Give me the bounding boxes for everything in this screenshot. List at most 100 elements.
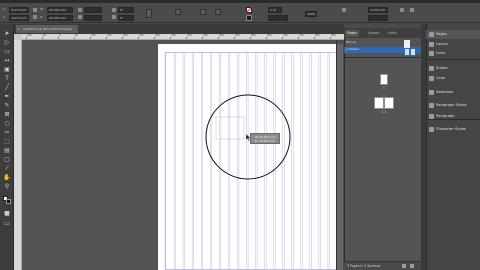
rotate-icon[interactable] <box>112 8 116 12</box>
panel-item-paragraph-styles[interactable]: Paragraph Styles <box>426 101 480 110</box>
rotate-field[interactable]: 0° <box>118 7 134 13</box>
eyedropper-tool-icon[interactable]: ⁄ <box>3 165 11 173</box>
line-tool-icon[interactable]: ╱ <box>3 84 11 92</box>
content-collector-icon[interactable]: ▣ <box>3 66 11 74</box>
pages-count-text: 3 Pages in 2 Spreads <box>347 264 381 268</box>
y-field[interactable]: 112.5 mm <box>9 15 29 21</box>
document-tab[interactable]: Untitled-1 @ 46% [GPU Preview] <box>16 25 78 33</box>
shear-icon[interactable] <box>112 15 116 19</box>
master-a[interactable]: A-Master <box>346 47 359 52</box>
h-label: H: <box>40 15 44 19</box>
pages-panel <box>344 28 421 270</box>
select-container-button[interactable] <box>175 9 181 15</box>
spread-left-thumbnail[interactable] <box>374 97 384 109</box>
ruler-tick-label: 50 <box>43 34 47 37</box>
ruler-tick-mark <box>314 37 315 39</box>
flip-button[interactable] <box>146 9 152 18</box>
vertical-ruler[interactable] <box>14 40 22 270</box>
apply-color-icon[interactable]: ■ <box>3 210 11 218</box>
ruler-tick-mark <box>218 37 219 39</box>
h-field[interactable]: 25.453 mm <box>47 15 73 21</box>
stroke-weight-field[interactable]: 1 pt <box>268 7 282 13</box>
panel-item-character-styles[interactable]: Character Styles <box>426 125 480 134</box>
ref-size-field-2[interactable] <box>368 15 388 21</box>
rectangle-frame-tool-icon[interactable]: ⊠ <box>3 111 11 119</box>
indesign-window: X: 112.5 mm Y: 112.5 mm W: 25.453 mm H: … <box>0 0 480 270</box>
canvas-overlay <box>164 52 338 270</box>
panel-item-stroke[interactable]: Stroke <box>426 64 480 73</box>
ruler-tick-mark <box>154 37 155 39</box>
scale-y-icon[interactable] <box>78 15 82 19</box>
scale-x-icon[interactable] <box>78 8 82 12</box>
ruler-tick-mark <box>298 37 299 39</box>
opacity-field[interactable]: 100% <box>305 11 317 17</box>
scroll-thumb[interactable] <box>337 44 343 270</box>
ruler-tick-mark <box>106 37 107 39</box>
close-icon[interactable]: × <box>17 28 20 31</box>
selection-tool-icon[interactable]: ➤ <box>3 30 11 38</box>
shear-field[interactable]: 0° <box>118 15 134 21</box>
ellipse-tool-icon[interactable]: ○ <box>3 120 11 128</box>
note-tool-icon[interactable]: ▢ <box>3 156 11 164</box>
ruler-tick-mark <box>234 37 235 39</box>
gradient-tool-icon[interactable]: ▤ <box>3 147 11 155</box>
reference-point-icon[interactable] <box>33 8 37 12</box>
page-tool-icon[interactable]: ▭ <box>3 48 11 56</box>
page-thumbnail[interactable] <box>380 74 388 85</box>
select-previous-button[interactable] <box>215 9 221 15</box>
stroke-type-dropdown[interactable] <box>268 15 288 21</box>
align-icon[interactable] <box>410 8 414 12</box>
ruler-tick-label: 700 <box>283 34 288 37</box>
panel-item-label: Paragraph Styles <box>436 103 467 107</box>
zoom-tool-icon[interactable]: ⚲ <box>3 183 11 191</box>
panel-item-links[interactable]: Links <box>426 49 480 58</box>
fill-stroke-stroke-icon[interactable] <box>6 199 11 204</box>
panel-item-layers[interactable]: Layers <box>426 40 480 49</box>
tab-layers[interactable]: Layers <box>366 30 381 37</box>
panel-item-pages[interactable]: Pages <box>426 30 480 39</box>
stroke-swatch[interactable] <box>246 15 252 21</box>
free-transform-tool-icon[interactable]: ⬚ <box>3 138 11 146</box>
scissors-tool-icon[interactable]: ✂ <box>3 129 11 137</box>
tab-pages[interactable]: Pages <box>345 30 359 37</box>
pencil-tool-icon[interactable]: ✎ <box>3 102 11 110</box>
direct-selection-tool-icon[interactable]: ▷ <box>3 39 11 47</box>
none-slash-icon <box>246 7 252 13</box>
new-page-icon[interactable] <box>402 264 406 268</box>
ruler-tick-label: 250 <box>139 34 144 37</box>
tab-links[interactable]: Links <box>386 30 399 37</box>
screen-mode-icon[interactable]: ▭ <box>3 220 11 228</box>
master-none[interactable]: [None] <box>346 40 356 45</box>
ruler-tick-label: 100 <box>27 34 32 37</box>
scale-x-field[interactable] <box>84 7 102 13</box>
tooltip-height: H: 25.453 mm <box>255 139 276 143</box>
type-tool-icon[interactable]: T <box>3 75 11 83</box>
links-icon <box>429 51 434 56</box>
panel-item-color[interactable]: Color <box>426 74 480 83</box>
frame-fitting-icon[interactable] <box>400 8 404 12</box>
x-field[interactable]: 112.5 mm <box>9 7 29 13</box>
x-label: X: <box>3 7 7 11</box>
pages-panel-footer: 3 Pages in 2 Spreads <box>344 261 421 270</box>
document-tab-title: Untitled-1 @ 46% [GPU Preview] <box>23 27 72 31</box>
select-content-button[interactable] <box>200 9 206 15</box>
constrain-link-icon[interactable] <box>33 15 37 19</box>
ruler-tick-mark <box>186 37 187 39</box>
pen-tool-icon[interactable]: ✒ <box>3 93 11 101</box>
ruler-tick-mark <box>282 37 283 39</box>
pages-icon <box>429 32 434 37</box>
master-a-right-thumbnail[interactable] <box>410 48 416 56</box>
ref-size-field[interactable]: 4.233 mm <box>368 7 388 13</box>
hand-tool-icon[interactable]: ✋ <box>3 174 11 182</box>
auto-fit-icon[interactable] <box>342 8 346 12</box>
panel-item-swatches[interactable]: Swatches <box>426 88 480 97</box>
ruler-tick-label: 300 <box>155 34 160 37</box>
gap-tool-icon[interactable]: ↔ <box>3 57 11 65</box>
spread-right-thumbnail[interactable] <box>384 97 394 109</box>
scale-y-field[interactable] <box>84 15 102 21</box>
ruler-tick-label: 500 <box>219 34 224 37</box>
master-none-thumbnail[interactable] <box>404 40 410 48</box>
fill-swatch[interactable] <box>246 7 252 13</box>
trash-icon[interactable] <box>410 264 414 268</box>
w-field[interactable]: 25.453 mm <box>47 7 73 13</box>
